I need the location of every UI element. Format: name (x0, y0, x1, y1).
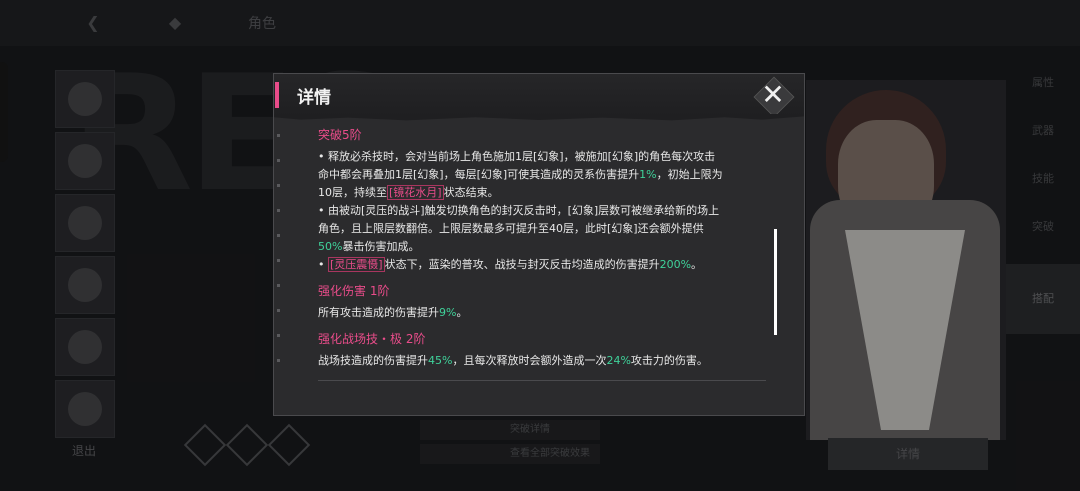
value-highlight: 9% (439, 306, 457, 319)
divider (318, 380, 766, 381)
edge-tab (0, 62, 8, 162)
torn-edge (274, 114, 804, 121)
text-line: 角色，且上限层数翻倍。上限层数最多可提升至40层，此时[幻象]还会额外提供 (318, 222, 704, 235)
dialog-body[interactable]: 突破5阶 • 释放必杀技时，会对当前场上角色施加1层[幻象]，被施加[幻象]的角… (318, 126, 768, 382)
text-line: 战场技造成的伤害提升45%，且每次释放时会额外造成一次24%攻击力的伤害。 (318, 354, 708, 367)
dialog-title: 详情 (297, 88, 331, 108)
text-line: 50%暴击伤害加成。 (318, 240, 420, 253)
status-tag: [灵压震慑] (328, 257, 385, 272)
value-highlight: 1% (639, 168, 657, 181)
section-title: 突破5阶 (318, 128, 362, 142)
text-line: • [灵压震慑] 状态下，蓝染的普攻、战技与封灭反击均造成的伤害提升200%。 (318, 257, 703, 272)
text-line: 命中都会再叠加1层[幻象]，每层[幻象]可使其造成的灵系伤害提升1%，初始上限为 (318, 168, 723, 181)
value-highlight: 45% (428, 354, 453, 367)
detail-dialog: 详情 ✕ 突破5阶 • 释放必杀技时，会对当前场上角色施加1层[幻象]，被施加[… (273, 73, 805, 416)
section-title: 强化伤害 1阶 (318, 284, 390, 298)
text-line: 10层，持续至 [镜花水月] 状态结束。 (318, 185, 499, 200)
dialog-header (274, 74, 804, 116)
section-battlefield-skill: 强化战场技・极 2阶 战场技造成的伤害提升45%，且每次释放时会额外造成一次24… (318, 330, 768, 370)
side-dots (277, 134, 281, 384)
value-highlight: 200% (659, 258, 692, 271)
text-line: 所有攻击造成的伤害提升9%。 (318, 306, 468, 319)
status-tag: [镜花水月] (387, 185, 444, 200)
value-highlight: 24% (606, 354, 631, 367)
text-line: • 释放必杀技时，会对当前场上角色施加1层[幻象]，被施加[幻象]的角色每次攻击 (318, 150, 716, 163)
scrollbar[interactable] (774, 229, 777, 335)
header-accent (275, 82, 279, 108)
value-highlight: 50% (318, 240, 343, 253)
section-breakthrough-5: 突破5阶 • 释放必杀技时，会对当前场上角色施加1层[幻象]，被施加[幻象]的角… (318, 126, 768, 274)
text-line: • 由被动[灵压的战斗]触发切换角色的封灭反击时，[幻象]层数可被继承给新的场上 (318, 204, 720, 217)
close-icon[interactable]: ✕ (757, 77, 789, 113)
section-damage-boost: 强化伤害 1阶 所有攻击造成的伤害提升9%。 (318, 282, 768, 322)
section-title: 强化战场技・极 2阶 (318, 332, 426, 346)
